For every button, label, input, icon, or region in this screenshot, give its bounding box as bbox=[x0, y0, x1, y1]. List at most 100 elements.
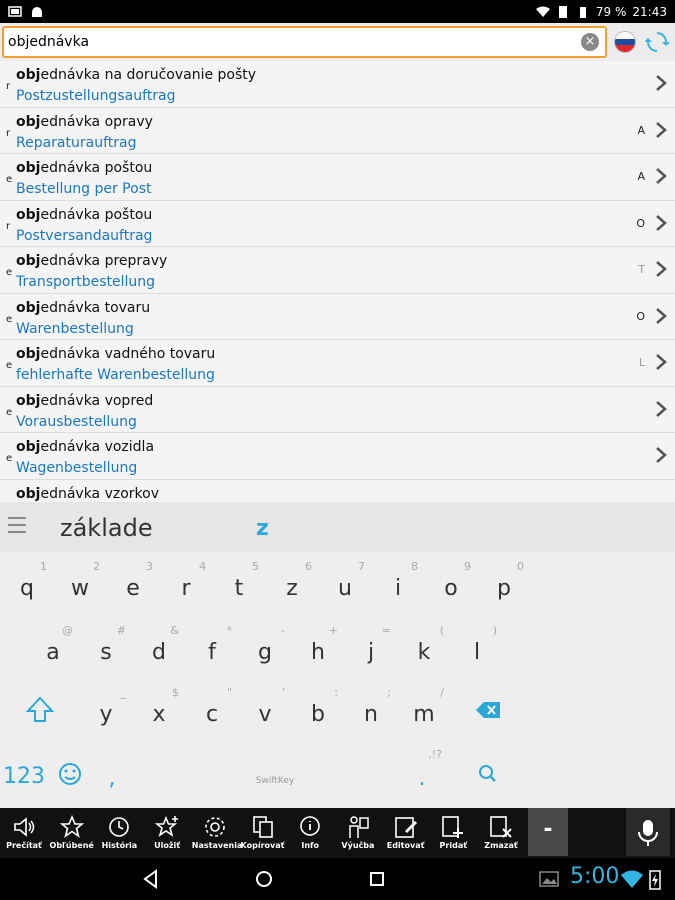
key-d[interactable]: & d bbox=[133, 622, 185, 674]
result-row[interactable]: e objednávka vopred Vorausbestellung bbox=[0, 386, 675, 433]
key-f[interactable]: * f bbox=[186, 622, 238, 674]
key-secondary: : bbox=[334, 686, 338, 699]
key-label: q bbox=[20, 576, 34, 601]
toolbar-speaker-button[interactable]: Prečítať bbox=[1, 812, 47, 858]
suggestion-2[interactable]: z bbox=[256, 516, 269, 541]
toolbar-label: Výučba bbox=[341, 841, 375, 850]
key-q[interactable]: 1q bbox=[1, 558, 53, 610]
microphone-button[interactable] bbox=[626, 808, 670, 856]
backspace-icon bbox=[476, 702, 500, 718]
key-x[interactable]: $ x bbox=[133, 684, 185, 736]
toolbar-star-button[interactable]: Obľúbené bbox=[49, 812, 95, 858]
key-j[interactable]: = j bbox=[345, 622, 397, 674]
key-e[interactable]: 3e bbox=[107, 558, 159, 610]
home-icon[interactable] bbox=[253, 868, 275, 890]
shift-key[interactable] bbox=[14, 684, 66, 736]
slovak-flag-icon[interactable] bbox=[614, 31, 636, 53]
result-row[interactable]: e objednávka prepravy Transportbestellung T bbox=[0, 247, 675, 294]
toolbar-star-plus-button[interactable]: Uložiť bbox=[144, 812, 190, 858]
result-row[interactable]: e objednávka poštou Bestellung per Post A bbox=[0, 154, 675, 201]
result-row[interactable]: e objednávka vadného tovaru fehlerhafte Wa… bbox=[0, 340, 675, 387]
info-icon bbox=[300, 816, 320, 836]
search-key[interactable] bbox=[462, 746, 514, 798]
gender-marker: e bbox=[6, 174, 13, 185]
result-row[interactable]: r objednávka poštou Postversandauftrag O bbox=[0, 200, 675, 247]
key-secondary: ( bbox=[439, 624, 444, 637]
wifi-icon bbox=[535, 6, 550, 17]
key-l[interactable]: ) l bbox=[451, 622, 503, 674]
gear-icon bbox=[204, 817, 225, 837]
key-n[interactable]: ; n bbox=[345, 684, 397, 736]
result-row[interactable]: e objednávka tovaru Warenbestellung O bbox=[0, 293, 675, 340]
minus-button[interactable]: - bbox=[528, 808, 568, 856]
key-w[interactable]: 2w bbox=[54, 558, 106, 610]
clear-icon[interactable]: × bbox=[581, 33, 599, 51]
period-key[interactable]: ,!?. bbox=[396, 746, 448, 798]
battery-icon bbox=[579, 6, 586, 18]
recents-icon[interactable] bbox=[366, 868, 388, 890]
result-row[interactable]: objednávka vzorkov bbox=[0, 479, 675, 502]
suggestion-1[interactable]: základe bbox=[60, 514, 153, 542]
toolbar-gear-button[interactable]: Nastavenia bbox=[192, 812, 242, 858]
numbers-key[interactable]: 123 bbox=[0, 746, 50, 798]
key-t[interactable]: 5t bbox=[213, 558, 265, 610]
key-label: a bbox=[46, 640, 60, 665]
key-z[interactable]: 6z bbox=[266, 558, 318, 610]
key-r[interactable]: 4r bbox=[160, 558, 212, 610]
key-y[interactable]: _ y bbox=[80, 684, 132, 736]
toolbar-info-button[interactable]: Info bbox=[287, 812, 333, 858]
key-h[interactable]: + h bbox=[292, 622, 344, 674]
results-list: r objednávka na doručovanie pošty Postzust… bbox=[0, 61, 675, 502]
headword-match: obj bbox=[16, 206, 41, 223]
back-icon[interactable] bbox=[140, 868, 162, 890]
toolbar-delete-button[interactable]: Zmazať bbox=[478, 812, 524, 858]
key-label: z bbox=[286, 576, 298, 601]
search-field[interactable]: × bbox=[2, 26, 607, 58]
headword-rest: ednávka vzorkov bbox=[40, 485, 159, 502]
result-row[interactable]: r objednávka na doručovanie pošty Postzust… bbox=[0, 61, 675, 108]
key-label: s bbox=[100, 640, 112, 665]
key-p[interactable]: 0p bbox=[478, 558, 530, 610]
keyboard-menu-icon[interactable] bbox=[8, 517, 26, 533]
key-label: d bbox=[152, 640, 166, 665]
key-secondary: * bbox=[226, 624, 233, 637]
delete-icon bbox=[490, 816, 512, 838]
result-row[interactable]: e objednávka vozidla Wagenbestellung bbox=[0, 433, 675, 480]
key-label: e bbox=[126, 576, 140, 601]
key-c[interactable]: " c bbox=[186, 684, 238, 736]
toolbar-history-button[interactable]: História bbox=[96, 812, 142, 858]
navigation-bar: 5:00 bbox=[0, 858, 675, 900]
key-label: o bbox=[444, 576, 458, 601]
key-label: g bbox=[258, 640, 272, 665]
key-u[interactable]: 7u bbox=[319, 558, 371, 610]
domain-tag: A bbox=[637, 170, 645, 183]
key-m[interactable]: / m bbox=[398, 684, 450, 736]
key-i[interactable]: 8i bbox=[372, 558, 424, 610]
comma-key[interactable]: , bbox=[86, 746, 138, 798]
key-s[interactable]: # s bbox=[80, 622, 132, 674]
search-input[interactable] bbox=[8, 34, 568, 50]
key-v[interactable]: ' v bbox=[239, 684, 291, 736]
key-o[interactable]: 9o bbox=[425, 558, 477, 610]
key-b[interactable]: :b bbox=[292, 684, 344, 736]
toolbar-teacher-button[interactable]: Výučba bbox=[335, 812, 381, 858]
headword: objednávka opravy bbox=[16, 114, 153, 130]
headword-rest: ednávka vadného tovaru bbox=[40, 346, 216, 362]
toolbar-copy-button[interactable]: Kopírovať bbox=[240, 812, 286, 858]
key-secondary: = bbox=[381, 624, 391, 637]
space-key[interactable]: SwiftKey bbox=[140, 746, 410, 798]
key-g[interactable]: -g bbox=[239, 622, 291, 674]
toolbar-edit-button[interactable]: Editovať bbox=[383, 812, 429, 858]
chevron-right-icon bbox=[656, 214, 667, 231]
sync-icon[interactable] bbox=[645, 30, 669, 54]
key-k[interactable]: (k bbox=[398, 622, 450, 674]
toolbar-add-button[interactable]: Pridať bbox=[430, 812, 476, 858]
key-a[interactable]: @ a bbox=[27, 622, 79, 674]
result-row[interactable]: r objednávka opravy Reparaturauftrag A bbox=[0, 107, 675, 154]
status-bar: 79 % 21:43 bbox=[0, 0, 675, 23]
add-icon bbox=[442, 816, 464, 838]
swiftkey-logo: SwiftKey bbox=[255, 776, 295, 786]
domain-tag: O bbox=[636, 309, 645, 323]
backspace-key[interactable] bbox=[462, 684, 514, 736]
copy-icon bbox=[252, 816, 273, 838]
